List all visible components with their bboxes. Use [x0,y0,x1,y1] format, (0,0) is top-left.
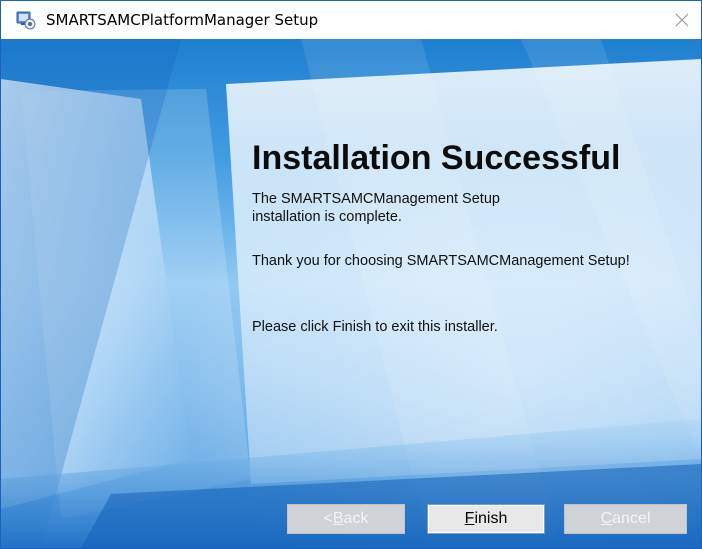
wizard-content: Installation Successful The SMARTSAMCMan… [1,39,701,548]
back-button-accel: B [332,510,344,527]
title-bar: SMARTSAMCPlatformManager Setup [1,1,701,39]
setup-window: SMARTSAMCPlatformManager Setup Installat… [0,0,702,549]
window-title: SMARTSAMCPlatformManager Setup [46,11,319,29]
complete-message-line2: installation is complete. [252,209,402,225]
finish-button-accel: F [464,510,475,527]
cancel-button-accel: C [600,510,613,527]
back-button-prefix: < [323,510,333,527]
thank-you-message: Thank you for choosing SMARTSAMCManageme… [252,253,630,269]
close-button[interactable] [669,7,695,33]
finish-button-rest: inish [474,510,508,527]
page-heading: Installation Successful [252,139,621,177]
cancel-button[interactable]: Cancel [564,504,687,534]
finish-instruction: Please click Finish to exit this install… [252,319,498,335]
close-icon [675,13,689,27]
finish-button[interactable]: Finish [427,504,545,534]
cancel-button-rest: ancel [612,510,651,527]
back-button[interactable]: < Back [287,504,405,534]
complete-message-line1: The SMARTSAMCManagement Setup [252,191,500,207]
back-button-rest: ack [343,510,369,527]
installer-icon [15,9,37,31]
background-artwork [1,39,701,548]
